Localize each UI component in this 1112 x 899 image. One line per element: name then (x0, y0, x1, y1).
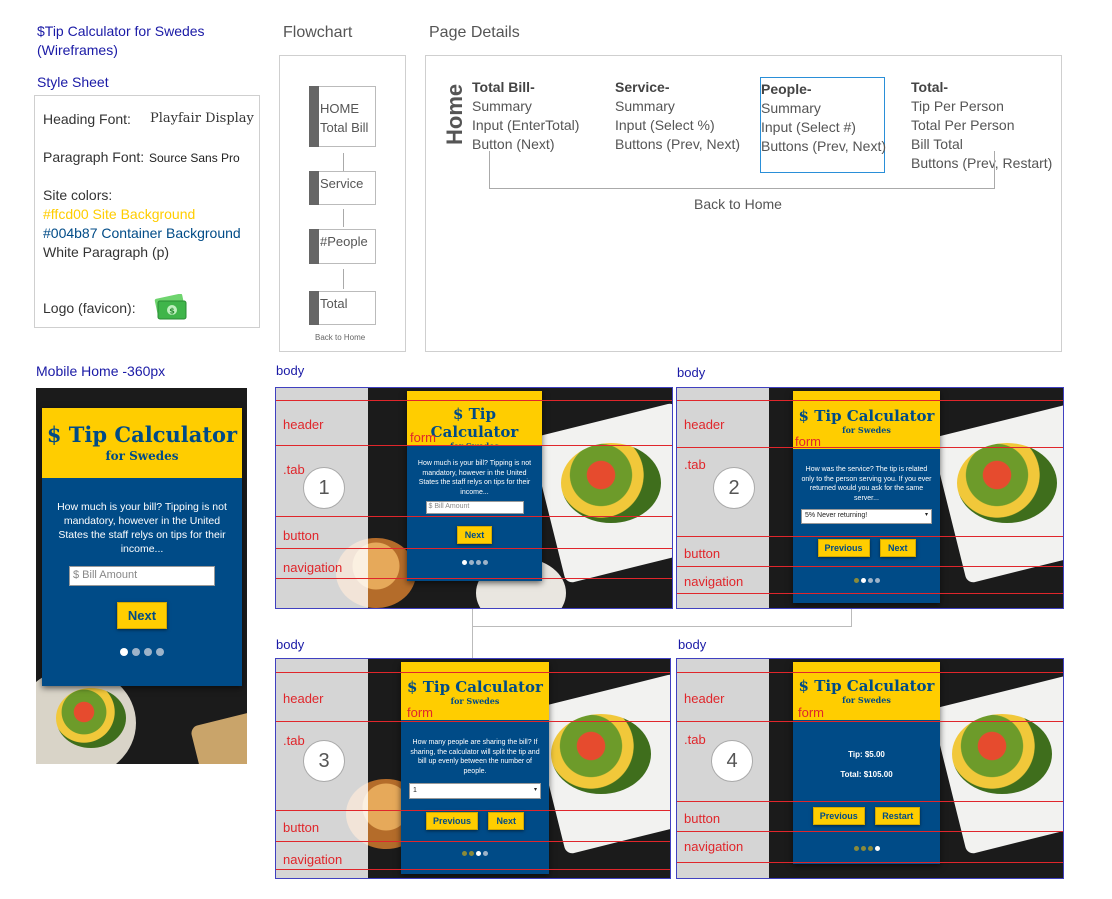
wire-navigation-label: navigation (684, 574, 744, 589)
money-logo-icon: $ (153, 293, 187, 320)
mobile-question: How much is your bill? Tipping is not ma… (57, 501, 227, 555)
wire-header-label: header (684, 417, 725, 432)
wire-form-label: form (407, 705, 433, 720)
svg-text:$: $ (169, 307, 175, 316)
flowchart-panel: HOME Total Bill Service #People Total Ba… (279, 55, 406, 352)
mobile-page-dots (42, 643, 242, 661)
pd-total-heading: Total- (911, 79, 949, 95)
wire-header-label: header (283, 691, 324, 706)
page-dot[interactable] (156, 648, 164, 656)
page-details-label: Page Details (429, 24, 520, 41)
project-title-line2: (Wireframes) (37, 42, 118, 58)
mobile-label: Mobile Home -360px (36, 363, 166, 379)
pd-line: Total Per Person (911, 117, 1015, 133)
screen3-wireframe: header form .tab button navigation 3 (275, 658, 671, 879)
mobile-bill-input[interactable]: $ Bill Amount (69, 566, 215, 586)
flow-people-label: #People (320, 234, 368, 249)
screen2-number: 2 (713, 467, 755, 509)
wire-form-label: form (410, 430, 436, 445)
screen1-body-label: body (276, 363, 305, 378)
screen3-number: 3 (303, 740, 345, 782)
color-blue: #004b87 Container Background (43, 225, 241, 241)
screen1-number: 1 (303, 467, 345, 509)
pd-service: Service- Summary Input (Select %) Button… (615, 78, 740, 154)
mobile-header: $ Tip Calculator for Swedes (42, 408, 242, 478)
wire-header-label: header (283, 417, 324, 432)
page-details-home-label: Home (442, 83, 467, 145)
pd-people: People- Summary Input (Select #) Buttons… (761, 80, 886, 156)
screen4-body-label: body (678, 637, 707, 652)
flow-connector (343, 269, 344, 289)
flow-home-line1: HOME (320, 101, 359, 116)
flowchart-label: Flowchart (283, 24, 353, 41)
wire-form-label: form (795, 434, 821, 449)
color-yellow: #ffcd00 Site Background (43, 206, 196, 222)
color-white-paragraph: White Paragraph (p) (43, 244, 170, 260)
mobile-title: $ Tip Calculator (46, 422, 238, 447)
screen4-wireframe: header form .tab button navigation 4 (676, 658, 1064, 879)
pd-people-heading: People- (761, 81, 812, 97)
paragraph-font-value: Source Sans Pro (149, 151, 240, 165)
wire-tab-label: .tab (283, 462, 305, 477)
wire-navigation-label: navigation (283, 560, 343, 575)
pd-line: Tip Per Person (911, 98, 1004, 114)
pd-back-home: Back to Home (694, 196, 782, 212)
screen-flow-connector (472, 609, 852, 627)
pd-total-bill: Total Bill- Summary Input (EnterTotal) B… (472, 78, 579, 154)
heading-font-label: Heading Font: (43, 111, 131, 127)
wire-tab-label: .tab (283, 733, 305, 748)
page-details-panel: Home Total Bill- Summary Input (EnterTot… (425, 55, 1062, 352)
pd-line: Input (EnterTotal) (472, 117, 580, 133)
mobile-next-button[interactable]: Next (116, 602, 168, 629)
heading-font-value: Playfair Display (150, 111, 254, 126)
pd-line: Input (Select #) (761, 119, 856, 135)
flow-home-line2: Total Bill (320, 120, 369, 135)
flow-people-box: #People (309, 229, 376, 264)
screen2-body-label: body (677, 365, 706, 380)
wire-button-label: button (283, 528, 320, 543)
pd-line: Summary (761, 100, 821, 116)
flow-home-box: HOME Total Bill (309, 86, 376, 147)
logo-label: Logo (favicon): (43, 300, 136, 316)
screen1-wireframe: header form .tab button navigation 1 (275, 387, 673, 609)
mobile-app-card: $ Tip Calculator for Swedes How much is … (42, 408, 242, 686)
pd-line: Summary (472, 98, 532, 114)
screen4-number: 4 (711, 740, 753, 782)
wire-navigation-label: navigation (684, 839, 744, 854)
pd-service-heading: Service- (615, 79, 670, 95)
page-dot[interactable] (120, 648, 128, 656)
screen-flow-connector (472, 626, 473, 658)
project-title: $Tip Calculator for Swedes (Wireframes) (37, 22, 205, 60)
pd-line: Summary (615, 98, 675, 114)
flow-total-label: Total (320, 296, 348, 311)
pd-total-bill-heading: Total Bill- (472, 79, 535, 95)
project-title-line1: $Tip Calculator for Swedes (37, 23, 205, 39)
wire-form-label: form (798, 705, 824, 720)
mobile-background-image: $ Tip Calculator for Swedes How much is … (36, 388, 247, 764)
screen3-body-label: body (276, 637, 305, 652)
flow-connector (343, 153, 344, 171)
pd-line: Input (Select %) (615, 117, 715, 133)
mobile-subtitle: for Swedes (105, 449, 179, 463)
wire-navigation-label: navigation (283, 852, 343, 867)
flow-connector (343, 209, 344, 227)
wire-header-label: header (684, 691, 725, 706)
style-sheet-panel: Heading Font: Playfair Display Paragraph… (34, 95, 260, 328)
paragraph-font-label: Paragraph Font: (43, 149, 145, 165)
site-colors-label: Site colors: (43, 187, 113, 203)
wire-tab-label: .tab (684, 457, 706, 472)
wire-tab-label: .tab (684, 732, 706, 747)
flow-back-home: Back to Home (315, 333, 366, 342)
wire-button-label: button (684, 546, 721, 561)
flow-service-box: Service (309, 171, 376, 205)
page-dot[interactable] (144, 648, 152, 656)
page-dot[interactable] (132, 648, 140, 656)
flow-service-label: Service (320, 176, 364, 191)
wire-button-label: button (283, 820, 320, 835)
screen2-wireframe: header form .tab button navigation 2 (676, 387, 1064, 609)
style-sheet-label: Style Sheet (37, 74, 109, 90)
wire-button-label: button (684, 811, 721, 826)
flow-total-box: Total (309, 291, 376, 325)
pd-back-connector (489, 151, 995, 189)
